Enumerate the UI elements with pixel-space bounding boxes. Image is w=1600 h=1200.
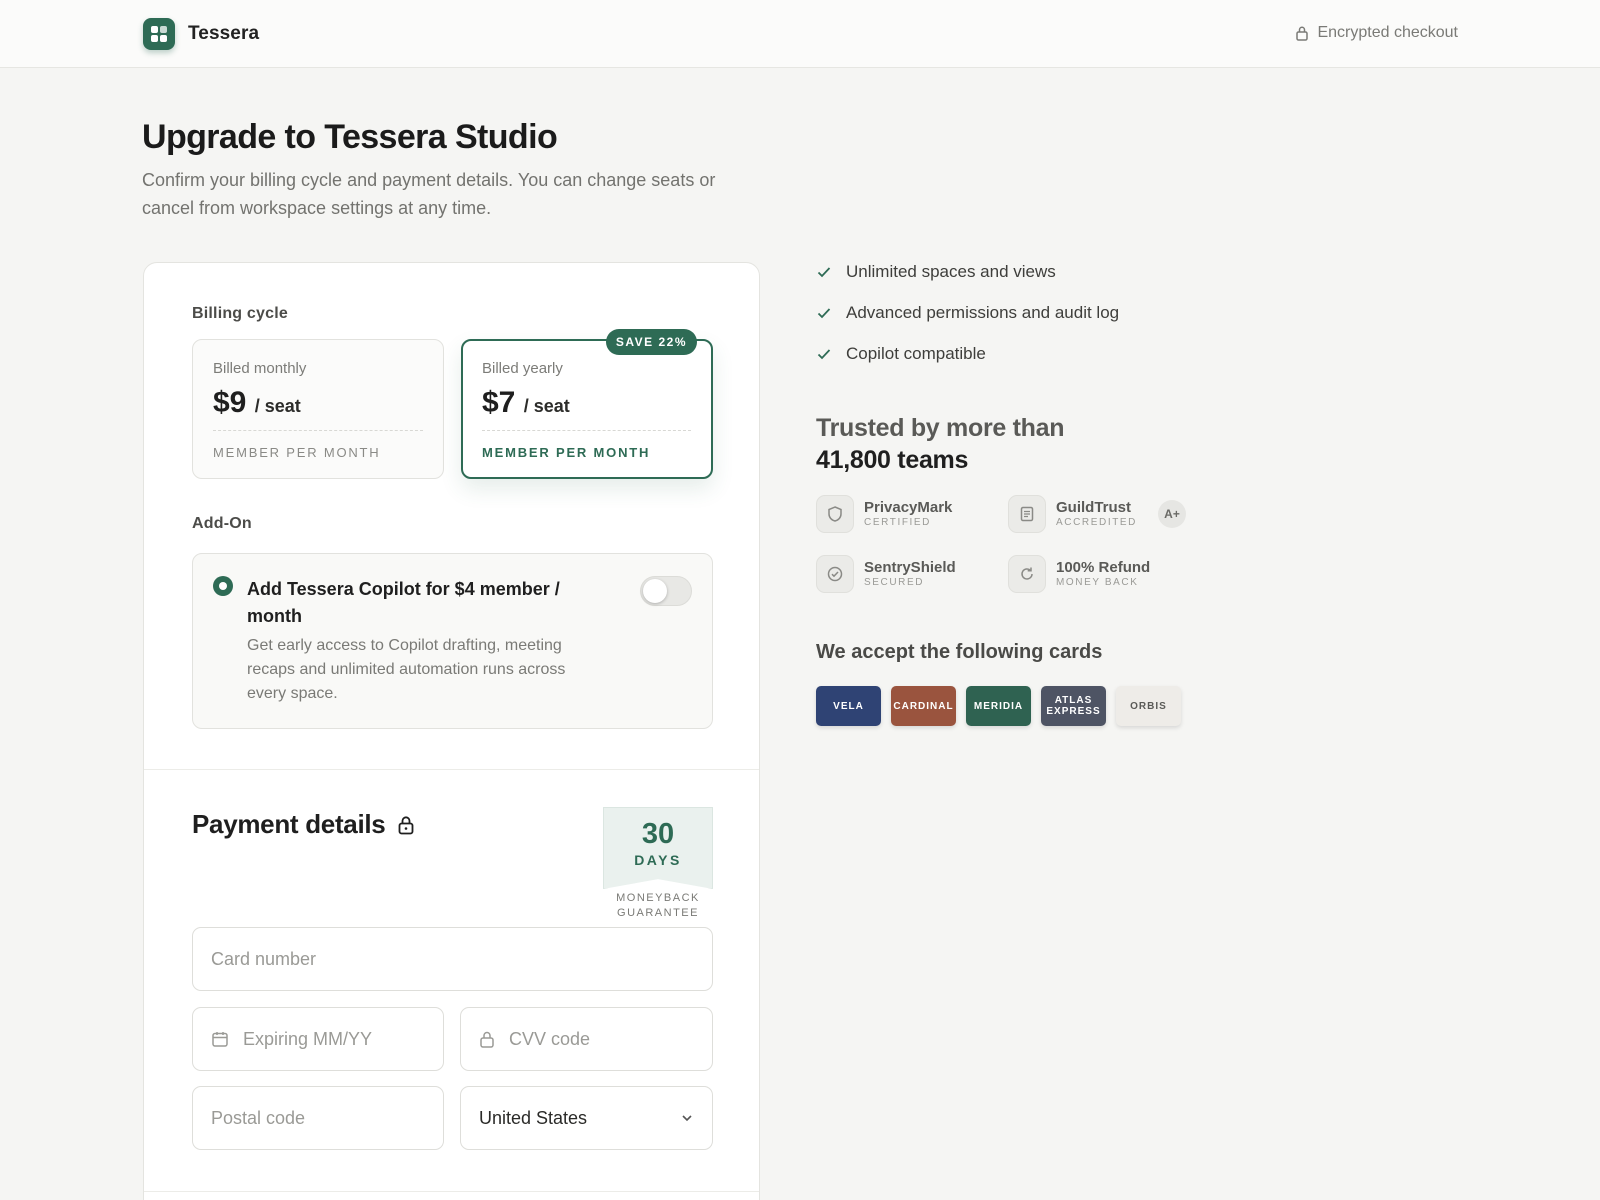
addon-toggle[interactable] <box>640 576 692 606</box>
save-badge: SAVE 22% <box>605 329 697 355</box>
trusted-line1: Trusted by more than <box>816 414 1065 442</box>
badge-name: 100% Refund <box>1056 559 1151 576</box>
card-logo-vela: VELA <box>816 686 881 726</box>
plan-divider <box>213 430 423 431</box>
price-per: / seat <box>254 396 301 416</box>
badge-name: SentryShield <box>864 559 956 576</box>
page-subtitle: Confirm your billing cycle and payment d… <box>142 170 716 218</box>
encrypted-checkout-indicator: Encrypted checkout <box>1295 24 1458 42</box>
badge-name: GuildTrust <box>1056 499 1131 516</box>
top-bar: Tessera Encrypted checkout <box>0 0 1600 68</box>
cvv-placeholder: CVV code <box>509 1028 591 1049</box>
feature-text: Advanced permissions and audit log <box>846 303 1120 322</box>
expiry-input[interactable]: Expiring MM/YY <box>192 1007 444 1071</box>
chevron-down-icon <box>682 1115 692 1122</box>
lock-icon <box>1296 26 1309 41</box>
feature-item: Unlimited spaces and views <box>816 262 1119 282</box>
grade-badge: A+ <box>1158 500 1186 528</box>
badge-name: PrivacyMark <box>864 499 953 516</box>
billing-cycle-label: Billing cycle <box>192 305 288 322</box>
check-icon <box>817 267 831 278</box>
lock-icon <box>480 1031 494 1048</box>
guarantee-number: 30 <box>641 818 675 850</box>
trusted-line2: 41,800 teams <box>816 446 969 474</box>
section-divider <box>144 769 759 770</box>
guarantee-ribbon: 30 DAYS <box>603 807 713 889</box>
cvv-input[interactable]: CVV code <box>460 1007 713 1071</box>
plan-unit: MEMBER PER MONTH <box>482 445 651 460</box>
plan-divider <box>482 430 691 431</box>
tessera-logo-icon <box>143 18 175 50</box>
trust-badge-refund: 100% Refund MONEY BACK <box>1008 555 1150 593</box>
country-value: United States <box>479 1107 588 1128</box>
addon-description: Get early access to Copilot drafting, me… <box>247 637 566 702</box>
card-number-placeholder: Card number <box>211 948 317 969</box>
badge-sub: ACCREDITED <box>1056 517 1138 528</box>
payment-details-title: Payment details <box>192 809 415 840</box>
checkout-card: Billing cycle Billed monthly $9 / seat M… <box>143 262 760 1200</box>
toggle-knob <box>643 579 667 603</box>
section-divider <box>144 1191 759 1192</box>
badge-sub: CERTIFIED <box>864 517 931 528</box>
refresh-icon <box>1008 555 1046 593</box>
document-icon <box>1008 495 1046 533</box>
feature-list: Unlimited spaces and views Advanced perm… <box>816 262 1119 385</box>
plan-price: $9 / seat <box>213 386 301 420</box>
card-logo-atlas-express: ATLAS EXPRESS <box>1041 686 1106 726</box>
lock-icon <box>399 815 414 834</box>
guarantee-unit: DAYS <box>634 852 682 868</box>
feature-item: Copilot compatible <box>816 344 1119 364</box>
country-select[interactable]: United States <box>460 1086 713 1150</box>
addon-label: Add-On <box>192 515 252 532</box>
guarantee-text: MONEYBACK GUARANTEE <box>616 892 700 919</box>
feature-text: Copilot compatible <box>846 344 986 363</box>
postal-code-placeholder: Postal code <box>211 1107 306 1128</box>
calendar-icon <box>212 1032 228 1047</box>
accepted-cards-list: VELA CARDINAL MERIDIA ATLAS EXPRESS ORBI… <box>816 686 1191 726</box>
trust-badge-privacymark: PrivacyMark CERTIFIED <box>816 495 952 533</box>
addon-title: Add Tessera Copilot for $4 member / mont… <box>247 579 560 626</box>
trust-badge-sentryshield: SentryShield SECURED <box>816 555 956 593</box>
card-logo-meridia: MERIDIA <box>966 686 1031 726</box>
trusted-heading: Trusted by more than 41,800 teams <box>816 412 1065 476</box>
badge-sub: MONEY BACK <box>1056 577 1139 588</box>
payment-details-label: Payment details <box>192 809 386 839</box>
card-number-input[interactable]: Card number <box>192 927 713 991</box>
moneyback-guarantee-badge: 30 DAYS MONEYBACK GUARANTEE <box>603 807 713 921</box>
addon-copilot[interactable]: Add Tessera Copilot for $4 member / mont… <box>192 553 713 729</box>
encrypted-checkout-label: Encrypted checkout <box>1317 24 1458 41</box>
check-icon <box>817 349 831 360</box>
plan-option-yearly[interactable]: SAVE 22% Billed yearly $7 / seat MEMBER … <box>461 329 713 479</box>
shield-icon <box>816 495 854 533</box>
postal-code-input[interactable]: Postal code <box>192 1086 444 1150</box>
accepted-cards-heading: We accept the following cards <box>816 641 1103 663</box>
plan-option-monthly[interactable]: Billed monthly $9 / seat MEMBER PER MONT… <box>192 339 444 479</box>
plan-name: Billed yearly <box>482 360 563 377</box>
addon-radio[interactable] <box>213 576 233 596</box>
badge-sub: SECURED <box>864 577 925 588</box>
brand-name: Tessera <box>188 23 260 44</box>
plan-unit: MEMBER PER MONTH <box>213 445 381 460</box>
brand[interactable]: Tessera <box>143 18 259 50</box>
plan-price: $7 / seat <box>482 386 570 420</box>
check-icon <box>817 308 831 319</box>
plan-name: Billed monthly <box>213 360 307 377</box>
check-circle-icon <box>816 555 854 593</box>
price-per: / seat <box>523 396 570 416</box>
card-logo-orbis: ORBIS <box>1116 686 1181 726</box>
page-title: Upgrade to Tessera Studio <box>142 118 558 156</box>
trust-badge-guildtrust: GuildTrust ACCREDITED <box>1008 495 1137 533</box>
price-amount: $9 <box>213 386 247 419</box>
feature-item: Advanced permissions and audit log <box>816 303 1119 323</box>
card-logo-cardinal: CARDINAL <box>891 686 956 726</box>
feature-text: Unlimited spaces and views <box>846 262 1056 281</box>
price-amount: $7 <box>482 386 516 419</box>
expiry-placeholder: Expiring MM/YY <box>243 1028 373 1049</box>
